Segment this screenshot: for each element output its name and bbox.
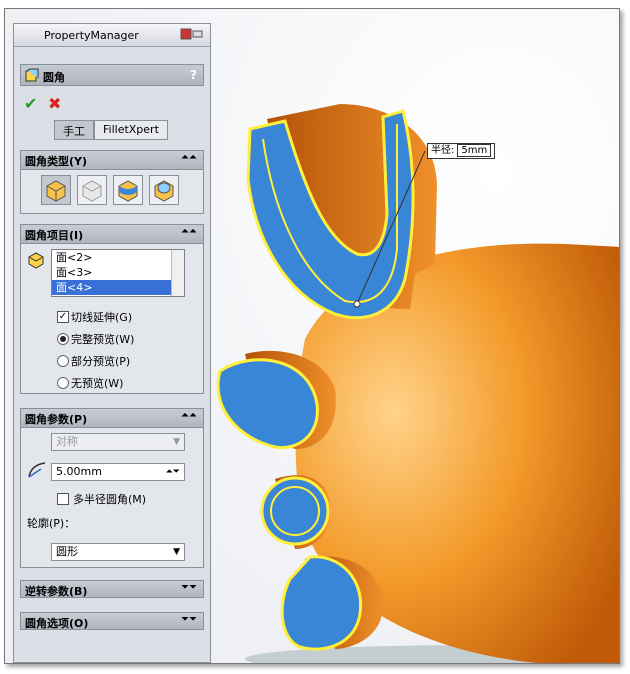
variable-radius-icon (82, 180, 102, 202)
collapse-icon[interactable]: ⏶⏶ (181, 152, 197, 163)
method-value: 对称 (56, 435, 78, 448)
constant-radius-icon (46, 180, 66, 202)
constant-radius-button[interactable] (41, 175, 71, 205)
fillet-items-group: 圆角项目(I) ⏶⏶ 面<2> 面<3> 面<4> ✓ 切线延伸(G) 完整预览… (20, 224, 204, 394)
fillet-items-header[interactable]: 圆角项目(I) ⏶⏶ (21, 225, 203, 244)
setback-params-label: 逆转参数(B) (25, 585, 88, 598)
property-manager-title: PropertyManager (44, 29, 139, 42)
face-fillet-icon (118, 180, 138, 202)
selected-faces-list[interactable]: 面<2> 面<3> 面<4> (51, 249, 185, 297)
collapse-icon[interactable]: ⏶⏶ (181, 410, 197, 421)
radius-icon (28, 462, 46, 478)
fillet-params-header[interactable]: 圆角参数(P) ⏶⏶ (21, 409, 203, 428)
full-round-button[interactable] (149, 175, 179, 205)
fillet-options-header[interactable]: 圆角选项(O) ⏷⏷ (20, 612, 204, 630)
fillet-params-group: 圆角参数(P) ⏶⏶ 对称 ▼ 5.00mm ⏶⏷ 多半径圆角(M) 轮廓(P)： … (20, 408, 204, 568)
chevron-down-icon: ▼ (173, 437, 180, 447)
feature-title: 圆角 (43, 71, 65, 84)
method-select[interactable]: 对称 ▼ (51, 433, 185, 451)
fillet-type-group: 圆角类型(Y) ⏶⏶ (20, 150, 204, 214)
cancel-button[interactable]: ✖ (48, 94, 61, 113)
fillet-items-label: 圆角项目(I) (25, 229, 84, 242)
chevron-down-icon: ▼ (173, 547, 180, 557)
full-preview-label: 完整预览(W) (71, 333, 135, 346)
multi-radius-label: 多半径圆角(M) (73, 493, 147, 506)
full-round-icon (154, 180, 174, 202)
profile-select[interactable]: 圆形 ▼ (51, 543, 185, 561)
radius-input[interactable]: 5.00mm ⏶⏷ (51, 463, 185, 481)
list-item[interactable]: 面<2> (52, 250, 184, 265)
tangent-propagation-checkbox[interactable]: ✓ (57, 311, 69, 323)
fillet-type-label: 圆角类型(Y) (25, 155, 88, 168)
fillet-type-header[interactable]: 圆角类型(Y) ⏶⏶ (21, 151, 203, 170)
mode-tabs: 手工 FilletXpert (54, 120, 168, 140)
fillet-options-label: 圆角选项(O) (25, 617, 89, 630)
property-manager-titlebar: PropertyManager (14, 24, 210, 47)
tab-filletxpert[interactable]: FilletXpert (94, 120, 168, 140)
help-icon[interactable]: ? (190, 68, 197, 82)
ok-button[interactable]: ✔ (24, 94, 37, 113)
radius-callout-value[interactable]: 5mm (457, 144, 492, 157)
fillet-feature-icon (25, 68, 39, 82)
tangent-propagation-label: 切线延伸(G) (71, 311, 133, 324)
spinner-icon[interactable]: ⏶⏷ (166, 464, 180, 480)
expand-icon[interactable]: ⏷⏷ (181, 582, 197, 593)
no-preview-label: 无预览(W) (71, 377, 124, 390)
pin-icon[interactable] (180, 28, 204, 40)
face-selection-icon (28, 252, 44, 269)
multi-radius-checkbox[interactable] (57, 493, 69, 505)
radius-callout-label: 半径: (431, 145, 455, 156)
collapse-icon[interactable]: ⏶⏶ (181, 226, 197, 237)
list-item[interactable]: 面<4> (52, 280, 184, 295)
no-preview-radio[interactable] (57, 377, 69, 389)
profile-value: 圆形 (56, 545, 78, 558)
expand-icon[interactable]: ⏷⏷ (181, 614, 197, 625)
screenshot-frame: 半径: 5mm PropertyManager 圆角 ? ✔ ✖ 手工 Fille… (4, 8, 620, 664)
face-fillet-button[interactable] (113, 175, 143, 205)
tab-manual[interactable]: 手工 (54, 120, 94, 140)
radius-callout[interactable]: 半径: 5mm (427, 143, 496, 159)
list-item[interactable]: 面<3> (52, 265, 184, 280)
partial-preview-radio[interactable] (57, 355, 69, 367)
profile-label: 轮廓(P)： (27, 517, 76, 530)
partial-preview-label: 部分预览(P) (71, 355, 131, 368)
setback-params-header[interactable]: 逆转参数(B) ⏷⏷ (20, 580, 204, 598)
fillet-params-label: 圆角参数(P) (25, 413, 88, 426)
radius-value: 5.00mm (56, 465, 102, 478)
feature-header: 圆角 ? (20, 64, 204, 86)
full-preview-radio[interactable] (57, 333, 69, 345)
variable-radius-button[interactable] (77, 175, 107, 205)
property-manager: PropertyManager 圆角 ? ✔ ✖ 手工 FilletXpert … (13, 23, 211, 663)
list-scrollbar[interactable] (171, 250, 184, 296)
